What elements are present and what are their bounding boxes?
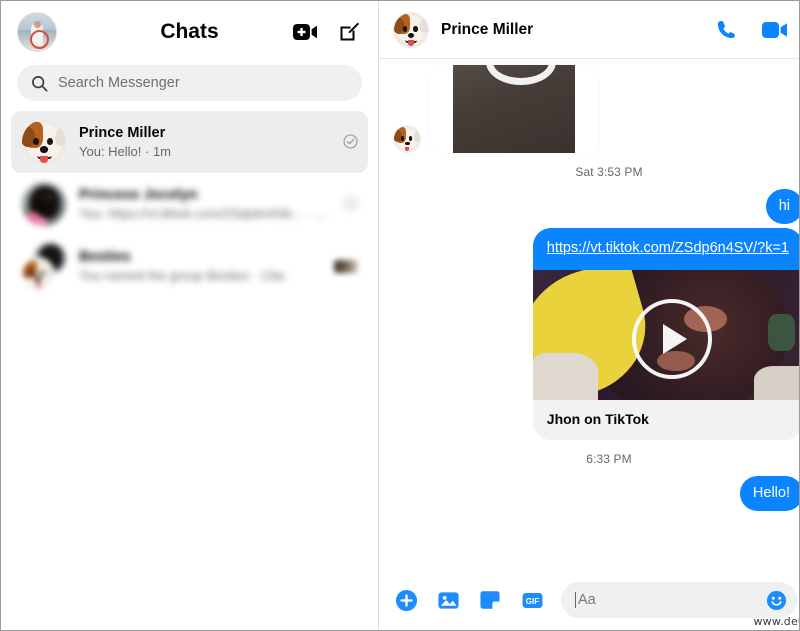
send-photo-button[interactable]	[435, 587, 461, 613]
emoji-button[interactable]	[765, 587, 787, 613]
avatar[interactable]	[393, 11, 429, 48]
search-input[interactable]	[58, 75, 348, 91]
chat-list-item-text: Besties You named the group Besties · 13…	[79, 248, 326, 285]
seen-indicator	[334, 259, 358, 273]
sticker-icon	[480, 591, 500, 609]
image-attachment[interactable]	[429, 65, 599, 153]
link-preview-card[interactable]: https://vt.tiktok.com/ZSdp6n4SV/?k=1 Jho…	[532, 228, 799, 440]
timestamp-divider: Sat 3:53 PM	[575, 165, 643, 179]
message-input[interactable]	[575, 592, 765, 608]
phone-icon	[717, 21, 735, 39]
site-watermark: www.deuaq.com	[753, 615, 799, 628]
conversation-panel: Prince Miller Sat 3:53 PM hi https://vt.…	[379, 1, 799, 630]
chats-sidebar: Chats Search Messenger Prince Miller You…	[1, 1, 379, 630]
delivery-status	[336, 133, 358, 151]
chat-list: Prince Miller You: Hello! · 1m Princess …	[1, 111, 378, 630]
new-message-button[interactable]	[336, 19, 362, 45]
timestamp-divider: 6:33 PM	[586, 452, 632, 466]
chat-name: Prince Miller	[79, 124, 166, 141]
chat-snippet: You named the group Besties · 13w	[79, 267, 285, 283]
seen-thumbnail	[334, 259, 358, 273]
avatar	[21, 181, 67, 227]
avatar	[393, 125, 421, 153]
message-bubble[interactable]: hi	[765, 189, 799, 224]
my-profile-avatar[interactable]	[17, 12, 57, 52]
send-sticker-button[interactable]	[477, 587, 503, 613]
message-bubble[interactable]: Hello!	[739, 476, 799, 511]
conversation-actions	[713, 17, 799, 43]
chat-list-item-text: Princess Jocelyn You: https://vt.tiktok.…	[79, 186, 328, 223]
send-gif-button[interactable]: GIF	[519, 587, 545, 613]
video-call-button[interactable]	[761, 17, 787, 43]
plus-circle-icon	[395, 589, 417, 611]
conversation-title: Prince Miller	[441, 20, 534, 38]
message-composer: GIF	[379, 570, 799, 630]
link-thumbnail[interactable]	[532, 270, 799, 400]
chat-name: Besties	[79, 248, 131, 265]
message-row-tiktok-link: https://vt.tiktok.com/ZSdp6n4SV/?k=1 Jho…	[393, 228, 799, 440]
messenger-window: Chats Search Messenger Prince Miller You…	[0, 0, 800, 631]
message-row-hi: hi	[393, 189, 799, 224]
link-preview-title: Jhon on TikTok	[532, 400, 799, 440]
avatar	[21, 119, 67, 165]
audio-call-button[interactable]	[713, 17, 739, 43]
message-list[interactable]: Sat 3:53 PM hi https://vt.tiktok.com/ZSd…	[379, 59, 799, 570]
chat-list-item-prince-miller[interactable]: Prince Miller You: Hello! · 1m	[11, 111, 368, 173]
video-camera-icon	[761, 21, 787, 38]
photo-icon	[437, 591, 459, 609]
add-attachment-button[interactable]	[393, 587, 419, 613]
message-row-hello: Hello!	[393, 476, 799, 511]
sidebar-header-actions	[292, 19, 362, 45]
check-circle-icon	[343, 195, 358, 211]
message-input-container[interactable]	[561, 582, 797, 618]
search-icon	[31, 75, 49, 92]
check-circle-icon	[343, 133, 358, 149]
emoji-smiley-icon	[766, 590, 786, 610]
delivery-status	[336, 195, 358, 213]
chat-name: Princess Jocelyn	[79, 186, 198, 203]
chat-list-item-besties[interactable]: Besties You named the group Besties · 13…	[11, 235, 368, 297]
conversation-header: Prince Miller	[379, 1, 799, 59]
sidebar-header: Chats	[1, 1, 378, 63]
chat-snippet: You: Hello! · 1m	[79, 143, 172, 159]
chat-list-item-princess-jocelyn[interactable]: Princess Jocelyn You: https://vt.tiktok.…	[11, 173, 368, 235]
new-video-call-button[interactable]	[292, 19, 318, 45]
group-avatar	[21, 241, 67, 291]
link-url-bubble[interactable]: https://vt.tiktok.com/ZSdp6n4SV/?k=1	[532, 228, 799, 270]
chat-snippet: You: https://vt.tiktok.com/ZSdp6n4Sb... …	[79, 205, 328, 221]
chat-list-item-text: Prince Miller You: Hello! · 1m	[79, 124, 328, 161]
gif-icon: GIF	[522, 592, 542, 608]
search-container	[1, 63, 378, 111]
message-row-image-in	[393, 65, 799, 153]
svg-text:GIF: GIF	[525, 596, 538, 605]
play-icon[interactable]	[631, 299, 712, 379]
tiktok-link[interactable]: https://vt.tiktok.com/ZSdp6n4SV/?k=1	[547, 240, 789, 256]
search-box[interactable]	[17, 65, 362, 101]
